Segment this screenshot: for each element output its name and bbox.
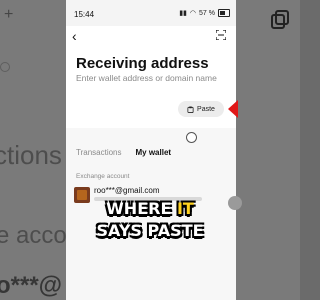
tab-my-wallet[interactable]: My wallet xyxy=(136,148,172,157)
paste-button[interactable]: Paste xyxy=(178,101,224,117)
caption-word-where: WHERE xyxy=(106,199,172,218)
circle-icon xyxy=(0,62,10,72)
account-email: roo***@gmail.com xyxy=(94,186,160,195)
nav-bar: ‹ xyxy=(66,26,236,48)
paste-button-label: Paste xyxy=(197,105,215,113)
back-arrow-icon[interactable]: ‹ xyxy=(72,28,77,44)
caption-line-2: SAYS PASTE xyxy=(96,221,204,240)
battery-label: 57 % xyxy=(199,9,215,17)
status-time: 15:44 xyxy=(74,10,95,19)
page-title: Receiving address xyxy=(76,55,209,72)
caption-line-1: WHERE IT xyxy=(0,198,300,220)
video-caption: WHERE IT SAYS PASTE xyxy=(0,198,300,242)
scan-icon[interactable] xyxy=(216,30,226,40)
status-bar: 15:44 ▮▮ ◠ 57 % xyxy=(66,0,236,26)
address-input[interactable] xyxy=(76,73,228,83)
wifi-icon: ◠ xyxy=(189,10,197,17)
battery-icon xyxy=(218,9,230,17)
phone-screen: 15:44 ▮▮ ◠ 57 % ‹ Receiving address Past… xyxy=(66,0,236,300)
plus-icon: + xyxy=(4,6,14,23)
tab-bar: Transactions My wallet xyxy=(76,148,171,157)
exchange-account-label: Exchange account xyxy=(76,173,130,180)
red-arrow-icon xyxy=(228,100,238,118)
signal-icon: ▮▮ xyxy=(179,10,187,17)
status-icons: ▮▮ ◠ 57 % xyxy=(179,9,230,17)
tab-transactions[interactable]: Transactions xyxy=(76,148,122,157)
touch-pointer-icon xyxy=(186,132,197,143)
copy-icon xyxy=(271,10,289,29)
background-text-email: o***@ xyxy=(0,272,63,299)
clipboard-icon xyxy=(187,105,194,113)
background-text-transactions: ctions xyxy=(0,140,62,170)
caption-word-it: IT xyxy=(176,199,194,218)
